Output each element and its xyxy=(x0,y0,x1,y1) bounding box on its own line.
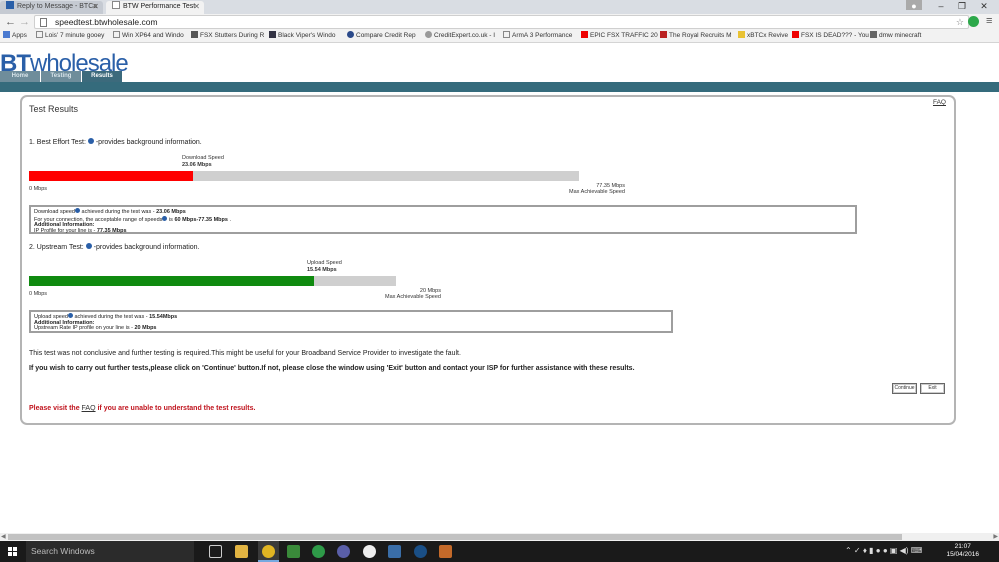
app-icon[interactable] xyxy=(414,545,427,558)
youtube-icon xyxy=(792,31,799,38)
download-speed-label: Download Speed 23.06 Mbps xyxy=(182,155,224,168)
bookmark-item[interactable]: Compare Credit Rep xyxy=(347,30,416,42)
bookmark-item[interactable]: ArmA 3 Performance xyxy=(503,30,572,42)
upload-min-label: 0 Mbps xyxy=(29,291,48,297)
bookmark-item[interactable]: FSX IS DEAD??? - You xyxy=(792,30,869,42)
bookmark-apps[interactable]: Apps xyxy=(3,30,27,42)
info-icon[interactable] xyxy=(87,138,94,144)
nav-tab-home[interactable]: Home xyxy=(0,71,40,82)
plane-icon xyxy=(191,31,198,38)
continue-button[interactable]: Continue xyxy=(892,383,917,394)
task-view-icon[interactable] xyxy=(209,545,222,558)
close-tab-icon[interactable]: ✕ xyxy=(92,1,99,13)
download-info-box: Download speed achieved during the test … xyxy=(29,205,857,234)
app-icon[interactable] xyxy=(439,545,452,558)
download-speed-fill xyxy=(29,171,193,181)
steam-icon[interactable] xyxy=(388,545,401,558)
browser-tab-btw[interactable]: BTW Performance Test ✕ xyxy=(106,1,204,14)
download-max-label: 77.35 Mbps Max Achievable Speed xyxy=(569,183,625,195)
chrome-icon xyxy=(262,545,275,558)
youtube-icon xyxy=(581,31,588,38)
inconclusive-note: This test was not conclusive and further… xyxy=(29,350,461,357)
menu-icon[interactable]: ≡ xyxy=(986,15,992,28)
bookmark-star-icon[interactable]: ☆ xyxy=(956,16,964,29)
upload-max-label: 20 Mbps Max Achievable Speed xyxy=(385,288,441,300)
file-explorer-icon[interactable] xyxy=(235,545,248,558)
back-icon[interactable]: ← xyxy=(5,15,16,29)
best-effort-heading: 1. Best Effort Test: -provides backgroun… xyxy=(29,138,202,146)
site-icon xyxy=(347,31,354,38)
site-icon xyxy=(660,31,667,38)
upstream-heading: 2. Upstream Test: -provides background i… xyxy=(29,243,200,251)
bt-favicon-icon xyxy=(6,1,14,9)
bookmark-item[interactable]: Black Viper's Windo xyxy=(269,30,335,42)
clock[interactable]: 21:07 15/04/2016 xyxy=(946,543,979,559)
upload-info-box: Upload speed achieved during the test wa… xyxy=(29,310,673,333)
site-icon xyxy=(269,31,276,38)
bookmark-item[interactable]: Lois' 7 minute gooey xyxy=(36,30,104,42)
bookmark-item[interactable]: xBTCx Revive xyxy=(738,30,788,42)
upload-speed-bar xyxy=(29,276,396,286)
scroll-right-icon[interactable]: ▶ xyxy=(993,533,998,541)
url-text[interactable]: speedtest.btwholesale.com xyxy=(55,16,158,29)
scrollbar-thumb[interactable] xyxy=(8,534,902,540)
windows-start-icon[interactable] xyxy=(8,547,17,556)
bookmarks-bar: Apps Lois' 7 minute gooey Win XP64 and W… xyxy=(0,30,999,43)
site-icon xyxy=(738,31,745,38)
bookmark-item[interactable]: The Royal Recruits M xyxy=(660,30,732,42)
download-min-label: 0 Mbps xyxy=(29,186,48,192)
tray-icons[interactable]: ⌃ ✓ ♦ ▮ ● ● ▣ ◀) ⌨ xyxy=(845,546,922,556)
app-icon[interactable] xyxy=(287,545,300,558)
upload-speed-label: Upload Speed 15.54 Mbps xyxy=(307,260,342,273)
faq-help-link[interactable]: FAQ xyxy=(82,405,96,412)
bookmark-item[interactable]: CreditExpert.co.uk - I xyxy=(425,30,495,42)
bookmark-item[interactable]: EPIC FSX TRAFFIC 20 xyxy=(581,30,658,42)
close-tab-icon[interactable]: ✕ xyxy=(193,1,200,13)
page-icon xyxy=(113,31,120,38)
page-title: Test Results xyxy=(29,104,79,114)
exit-button[interactable]: Exit xyxy=(920,383,945,394)
horizontal-scrollbar[interactable]: ◀ ▶ xyxy=(0,533,999,541)
page-icon xyxy=(112,1,120,9)
nav-tab-results[interactable]: Results xyxy=(82,71,122,82)
page-info-icon[interactable] xyxy=(40,18,47,27)
page-icon xyxy=(503,31,510,38)
page-icon xyxy=(36,31,43,38)
bookmark-item[interactable]: Win XP64 and Windo xyxy=(113,30,184,42)
extension-icon[interactable] xyxy=(968,16,979,27)
faq-help-note: Please visit the FAQ if you are unable t… xyxy=(29,405,256,412)
info-icon[interactable] xyxy=(85,243,92,249)
user-profile-icon[interactable]: ● xyxy=(906,0,922,11)
apps-grid-icon xyxy=(3,31,10,38)
maximize-button[interactable]: ❐ xyxy=(951,0,973,12)
browser-tab-strip: Reply to Message - BTCa ✕ BTW Performanc… xyxy=(0,0,999,14)
forward-icon[interactable]: → xyxy=(19,15,30,29)
bookmark-item[interactable]: FSX Stutters During R xyxy=(191,30,264,42)
xbox-icon[interactable] xyxy=(312,545,325,558)
test-results-panel: Test Results FAQ 1. Best Effort Test: -p… xyxy=(20,95,956,425)
address-bar[interactable]: speedtest.btwholesale.com ☆ xyxy=(34,15,969,29)
browser-toolbar: ← → speedtest.btwholesale.com ☆ ≡ xyxy=(0,14,999,30)
faq-link[interactable]: FAQ xyxy=(933,99,946,106)
site-icon xyxy=(870,31,877,38)
taskbar: Search Windows ⌃ ✓ ♦ ▮ ● ● ▣ ◀) ⌨ 21:07 … xyxy=(0,541,999,562)
app-icon[interactable] xyxy=(363,545,376,558)
gear-icon xyxy=(425,31,432,38)
browser-tab-reply[interactable]: Reply to Message - BTCa ✕ xyxy=(0,1,103,14)
instruction-note: If you wish to carry out further tests,p… xyxy=(29,365,635,372)
download-speed-bar xyxy=(29,171,579,181)
minimize-button[interactable]: – xyxy=(930,0,952,12)
app-icon[interactable] xyxy=(337,545,350,558)
search-windows-box[interactable]: Search Windows xyxy=(26,541,194,562)
header-band xyxy=(0,82,999,92)
nav-tab-testing[interactable]: Testing xyxy=(41,71,81,82)
upload-speed-fill xyxy=(29,276,314,286)
scroll-left-icon[interactable]: ◀ xyxy=(1,533,6,541)
close-window-button[interactable]: ✕ xyxy=(973,0,995,12)
bookmark-item[interactable]: dmw minecraft xyxy=(870,30,921,42)
